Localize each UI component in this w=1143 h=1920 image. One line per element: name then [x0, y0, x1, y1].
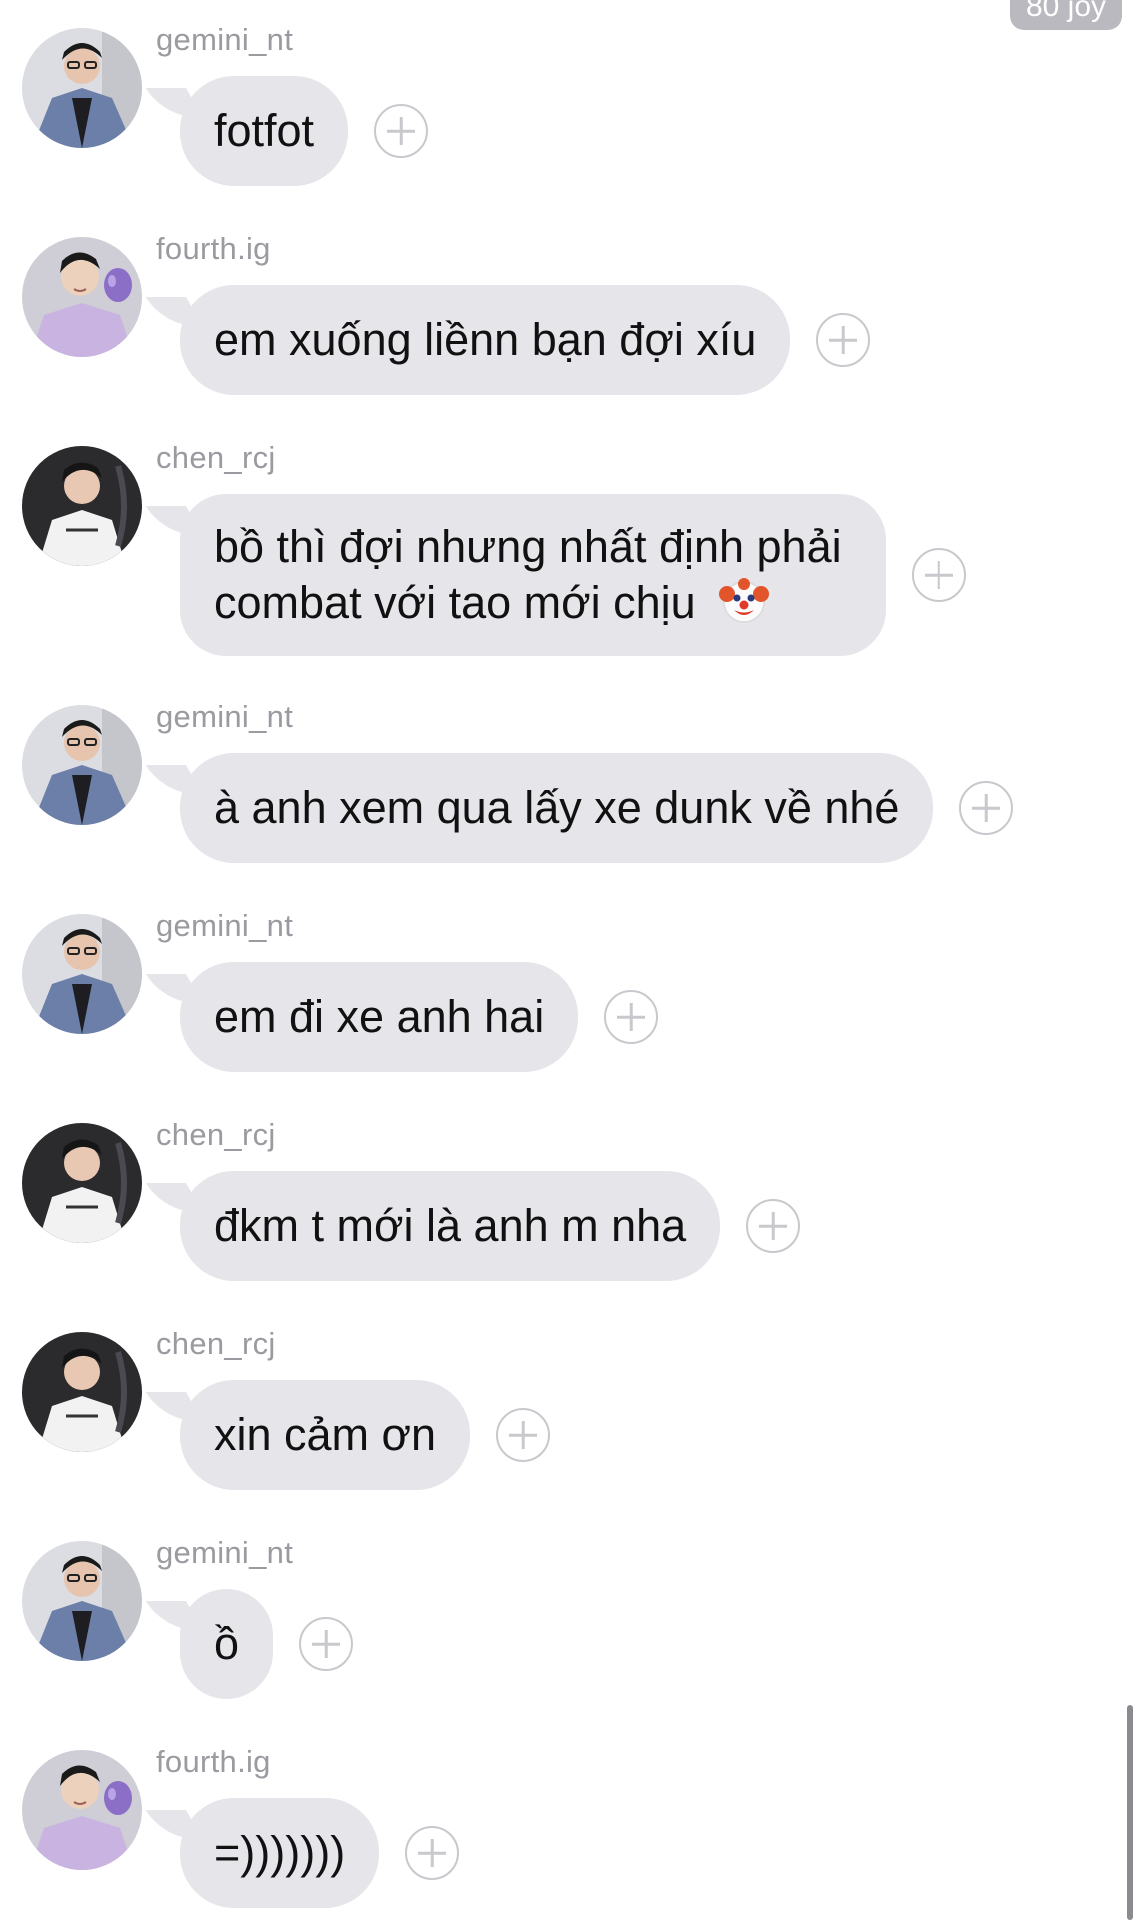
- sender-name: chen_rcj: [156, 1117, 276, 1152]
- message-bubble[interactable]: ồ: [180, 1589, 274, 1699]
- bubble-row: =))))))): [180, 1798, 460, 1908]
- clown-face-icon: [719, 578, 770, 623]
- message-bubble[interactable]: em đi xe anh hai: [180, 962, 579, 1072]
- bubble-row: fotfot: [180, 76, 429, 186]
- sender-name: gemini_nt: [156, 699, 294, 734]
- avatar-fourth[interactable]: [22, 1750, 142, 1870]
- bubble-row: bồ thì đợi nhưng nhất định phải combat v…: [180, 494, 966, 656]
- add-reaction-icon[interactable]: [374, 104, 429, 158]
- message-text: =))))))): [214, 1827, 346, 1878]
- sender-name: chen_rcj: [156, 1326, 276, 1361]
- message-text: em đi xe anh hai: [214, 991, 545, 1042]
- avatar-gemini-image: [22, 705, 142, 825]
- avatar-gemini[interactable]: [22, 914, 142, 1034]
- avatar-chen[interactable]: [22, 1332, 142, 1452]
- avatar-fourth[interactable]: [22, 237, 142, 357]
- bubble-row: ồ: [180, 1589, 354, 1699]
- add-reaction-icon[interactable]: [816, 313, 871, 367]
- sender-name: fourth.ig: [156, 231, 271, 266]
- badge-label: 80 joy: [1025, 0, 1107, 23]
- message-bubble[interactable]: à anh xem qua lấy xe dunk về nhé: [180, 753, 934, 863]
- add-reaction-icon[interactable]: [911, 548, 966, 602]
- message-bubble[interactable]: em xuống liềnn bạn đợi xíu: [180, 285, 791, 395]
- avatar-fourth-image: [22, 1750, 142, 1870]
- avatar-chen-image: [22, 446, 142, 566]
- sender-name: gemini_nt: [156, 1535, 294, 1570]
- message-text: đkm t mới là anh m nha: [214, 1200, 687, 1251]
- avatar-chen[interactable]: [22, 1123, 142, 1243]
- sender-name: chen_rcj: [156, 440, 276, 475]
- avatar-gemini[interactable]: [22, 1541, 142, 1661]
- message-bubble[interactable]: bồ thì đợi nhưng nhất định phải combat v…: [180, 494, 886, 656]
- message-bubble[interactable]: xin cảm ơn: [180, 1380, 471, 1490]
- bubble-row: em xuống liềnn bạn đợi xíu: [180, 285, 871, 395]
- sender-name: gemini_nt: [156, 908, 294, 943]
- sender-name: fourth.ig: [156, 1744, 271, 1779]
- avatar-fourth-image: [22, 237, 142, 357]
- message-text-line: combat với tao mới chịu: [214, 577, 696, 628]
- add-reaction-icon[interactable]: [299, 1617, 354, 1671]
- bubble-row: à anh xem qua lấy xe dunk về nhé: [180, 753, 1014, 863]
- message-bubble[interactable]: fotfot: [180, 76, 349, 186]
- avatar-gemini-image: [22, 914, 142, 1034]
- scrollbar[interactable]: [1127, 1705, 1133, 1920]
- add-reaction-icon[interactable]: [405, 1826, 460, 1880]
- message-text: ồ: [214, 1618, 240, 1669]
- avatar-gemini[interactable]: [22, 28, 142, 148]
- bubble-row: đkm t mới là anh m nha: [180, 1171, 801, 1281]
- avatar-chen-image: [22, 1332, 142, 1452]
- bubble-row: em đi xe anh hai: [180, 962, 659, 1072]
- avatar-chen-image: [22, 1123, 142, 1243]
- message-text: xin cảm ơn: [214, 1409, 437, 1460]
- message-bubble[interactable]: đkm t mới là anh m nha: [180, 1171, 721, 1281]
- avatar-gemini[interactable]: [22, 705, 142, 825]
- top-badge: 80 joy: [1010, 0, 1122, 30]
- add-reaction-icon[interactable]: [746, 1199, 801, 1253]
- message-text-line: bồ thì đợi nhưng nhất định phải: [214, 521, 842, 572]
- message-text: à anh xem qua lấy xe dunk về nhé: [214, 782, 900, 833]
- add-reaction-icon[interactable]: [604, 990, 659, 1044]
- message-bubble[interactable]: =))))))): [180, 1798, 380, 1908]
- add-reaction-icon[interactable]: [959, 781, 1014, 835]
- message-text: fotfot: [214, 105, 315, 156]
- avatar-gemini-image: [22, 1541, 142, 1661]
- bubble-row: xin cảm ơn: [180, 1380, 551, 1490]
- message-text-line-wrap: combat với tao mới chịu: [214, 574, 842, 630]
- message-text: em xuống liềnn bạn đợi xíu: [214, 314, 757, 365]
- avatar-gemini-image: [22, 28, 142, 148]
- avatar-chen[interactable]: [22, 446, 142, 566]
- add-reaction-icon[interactable]: [496, 1408, 551, 1462]
- sender-name: gemini_nt: [156, 22, 294, 57]
